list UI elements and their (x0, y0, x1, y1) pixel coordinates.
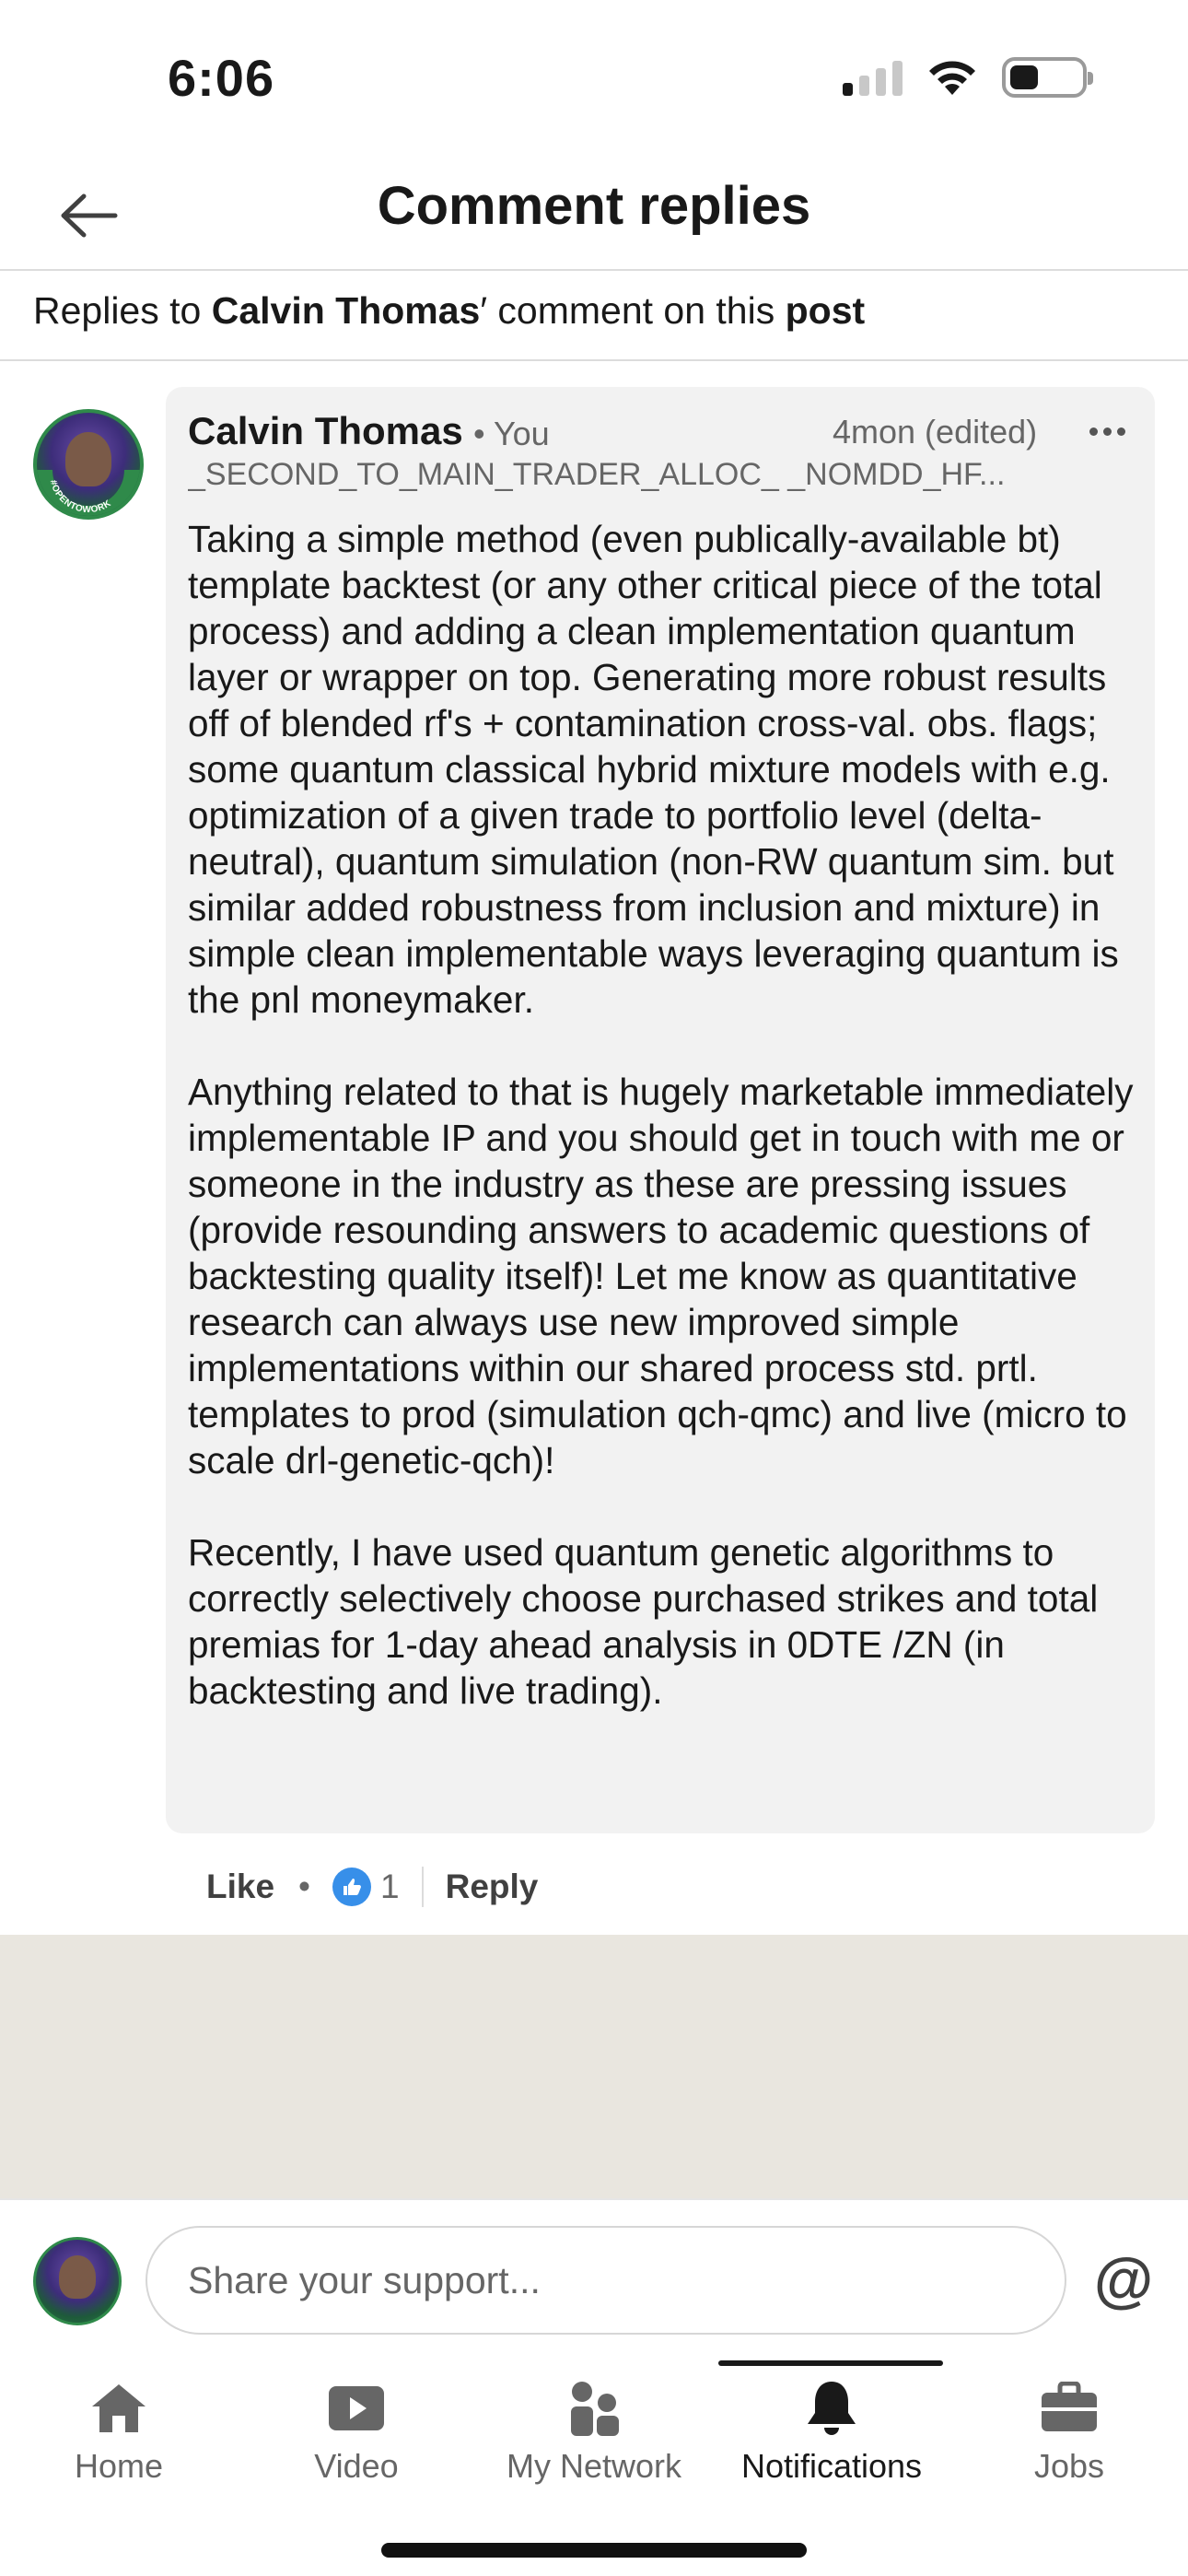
wifi-icon (929, 61, 975, 95)
nav-label: Video (314, 2447, 399, 2485)
status-icons (843, 57, 1093, 98)
context-author-link[interactable]: Calvin Thomas (212, 289, 481, 332)
nav-label: Home (74, 2447, 164, 2485)
nav-item-notifications[interactable]: Notifications (713, 2360, 950, 2499)
comment-text: Taking a simple method (even publically-… (188, 516, 1136, 1714)
comment-paragraph: Recently, I have used quantum genetic al… (188, 1531, 1099, 1712)
network-icon (564, 2371, 624, 2445)
nav-item-home[interactable]: Home (0, 2360, 238, 2499)
battery-icon (1002, 57, 1093, 98)
comment-paragraph: Anything related to that is hugely marke… (188, 1071, 1134, 1481)
status-time: 6:06 (168, 49, 275, 107)
reaction-count[interactable]: 1 (380, 1868, 400, 1906)
home-indicator[interactable] (381, 2543, 807, 2558)
video-icon (327, 2371, 386, 2445)
reply-button[interactable]: Reply (446, 1868, 539, 1906)
divider (421, 1867, 424, 1907)
comment-actions: Like • 1 Reply (206, 1859, 538, 1914)
status-bar: 6:06 (0, 0, 1188, 157)
comment-replies-screen: 6:06 Comment replies Replies to Calvin T… (0, 0, 1188, 2576)
context-prefix: Replies to (33, 289, 212, 332)
nav-label: Notifications (740, 2447, 923, 2485)
comment-paragraph: Taking a simple method (even publically-… (188, 518, 1119, 1021)
top-app-bar: Comment replies (0, 157, 1188, 271)
comment-author-name[interactable]: Calvin Thomas (188, 409, 463, 453)
author-relation-badge: • You (473, 415, 550, 452)
comment-timestamp: 4mon (edited) (833, 413, 1038, 451)
comment-bubble: Calvin Thomas • You 4mon (edited) _SECON… (166, 387, 1155, 1833)
nav-label: Jobs (1033, 2447, 1105, 2485)
open-to-work-badge: #OPENTOWORK (37, 469, 140, 516)
nav-item-jobs[interactable]: Jobs (950, 2360, 1188, 2499)
bell-icon (802, 2371, 861, 2445)
like-reaction-icon[interactable] (332, 1868, 372, 1906)
more-options-button[interactable] (1079, 404, 1135, 459)
briefcase-icon (1040, 2371, 1099, 2445)
current-user-avatar (33, 2237, 122, 2325)
context-suffix: ′ comment on this (480, 289, 786, 332)
cellular-signal-icon (843, 59, 903, 96)
separator-dot: • (298, 1868, 311, 1905)
replies-context: Replies to Calvin Thomas′ comment on thi… (33, 289, 865, 333)
comment-input[interactable]: Share your support... (146, 2226, 1066, 2335)
mention-button[interactable]: @ (1087, 2242, 1160, 2316)
more-dots-icon (1089, 427, 1098, 436)
nav-item-video[interactable]: Video (238, 2360, 475, 2499)
like-button[interactable]: Like (206, 1868, 274, 1906)
context-post-link[interactable]: post (786, 289, 866, 332)
empty-replies-area (0, 1935, 1188, 2198)
nav-label: My Network (506, 2447, 682, 2485)
divider (0, 359, 1188, 361)
home-icon (88, 2371, 149, 2445)
nav-item-my-network[interactable]: My Network (475, 2360, 713, 2499)
page-title: Comment replies (377, 176, 811, 236)
comment-composer: Share your support... @ (0, 2198, 1188, 2360)
author-headline: _SECOND_TO_MAIN_TRADER_ALLOC_ _NOMDD_HF.… (188, 457, 1006, 492)
author-avatar[interactable]: #OPENTOWORK (33, 409, 144, 520)
